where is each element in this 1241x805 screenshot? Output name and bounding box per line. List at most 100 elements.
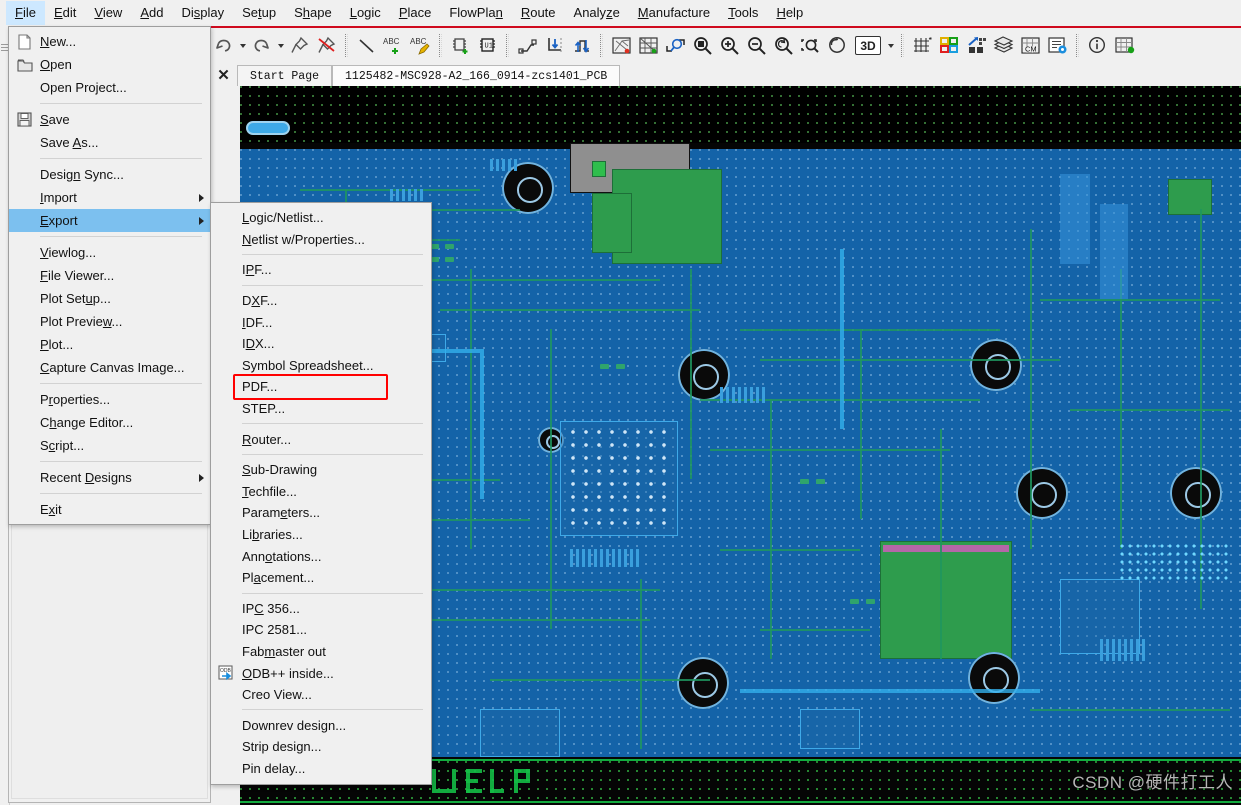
3d-dropdown-caret[interactable] [885,32,896,59]
menu-manufacture[interactable]: Manufacture [629,1,719,25]
export-menu-item-idf[interactable]: IDF... [211,311,431,333]
export-menu-item-placement[interactable]: Placement... [211,567,431,589]
redo-dropdown-caret[interactable] [275,32,286,59]
component-outline [800,709,860,749]
edit-text-icon[interactable]: ABC [407,32,434,59]
menu-logic[interactable]: Logic [341,1,390,25]
menu-route[interactable]: Route [512,1,565,25]
menu-setup[interactable]: Setup [233,1,285,25]
tab-start-page[interactable]: Start Page [237,65,333,86]
file-menu-item-plot[interactable]: Plot... [9,333,210,356]
export-menu-item-strip-design[interactable]: Strip design... [211,736,431,758]
slide-up-icon[interactable] [568,32,595,59]
show-element-icon[interactable]: U1 [474,32,501,59]
add-line-icon[interactable] [353,32,380,59]
file-menu-item-save[interactable]: Save [9,108,210,131]
pcb-trace [770,399,772,659]
subclass-icon[interactable] [963,32,990,59]
zoom-out-icon[interactable] [743,32,770,59]
menu-analyze[interactable]: Analyze [565,1,629,25]
menu-place[interactable]: Place [390,1,441,25]
pcb-trace [760,359,1060,361]
constraint-manager-icon[interactable]: CM [1017,32,1044,59]
ratsnest-icon[interactable] [608,32,635,59]
export-menu-item-symbol-spreadsheet[interactable]: Symbol Spreadsheet... [211,355,431,377]
export-menu-item-logic-netlist[interactable]: Logic/Netlist... [211,207,431,229]
export-menu-item-step[interactable]: STEP... [211,398,431,420]
file-menu-item-recent-designs[interactable]: Recent Designs [9,466,210,489]
menu-help[interactable]: Help [767,1,812,25]
file-menu-item-file-viewer[interactable]: File Viewer... [9,264,210,287]
export-menu-item-pdf[interactable]: PDF... [211,376,431,398]
unrats-icon[interactable] [635,32,662,59]
undo-icon[interactable] [210,32,237,59]
pin-icon[interactable] [286,32,313,59]
redo-icon[interactable] [248,32,275,59]
component-pin-row [1100,639,1145,661]
zoom-previous-icon[interactable] [770,32,797,59]
export-menu-item-downrev-design[interactable]: Downrev design... [211,714,431,736]
add-text-icon[interactable]: ABC [380,32,407,59]
export-menu-item-libraries[interactable]: Libraries... [211,524,431,546]
menu-view[interactable]: View [85,1,131,25]
table-icon[interactable] [1111,32,1138,59]
properties-icon[interactable] [1044,32,1071,59]
export-menu-item-techfile[interactable]: Techfile... [211,481,431,503]
export-menu-item-ipc-356[interactable]: IPC 356... [211,598,431,620]
undo-dropdown-caret[interactable] [237,32,248,59]
file-menu-item-capture-canvas-image[interactable]: Capture Canvas Image... [9,356,210,379]
file-menu-item-new[interactable]: New... [9,30,210,53]
export-menu-item-ipc-2581[interactable]: IPC 2581... [211,619,431,641]
pcb-trace [490,679,710,681]
menu-tools[interactable]: Tools [719,1,767,25]
file-menu-item-exit[interactable]: Exit [9,498,210,521]
zoom-in-icon[interactable] [716,32,743,59]
zoom-world-icon[interactable] [797,32,824,59]
menu-add[interactable]: Add [131,1,172,25]
export-menu-item-ipf[interactable]: IPF... [211,259,431,281]
menu-display[interactable]: Display [172,1,233,25]
export-menu-item-pin-delay[interactable]: Pin delay... [211,758,431,780]
place-component-icon[interactable] [447,32,474,59]
file-menu-item-change-editor[interactable]: Change Editor... [9,411,210,434]
3d-view-button[interactable]: 3D [851,32,885,59]
export-menu-item-router[interactable]: Router... [211,428,431,450]
export-menu-item-fabmaster-out[interactable]: Fabmaster out [211,641,431,663]
file-menu-item-open[interactable]: Open [9,53,210,76]
layers-icon[interactable] [990,32,1017,59]
file-menu-item-script[interactable]: Script... [9,434,210,457]
export-menu-item-idx[interactable]: IDX... [211,333,431,355]
file-menu-item-design-sync[interactable]: Design Sync... [9,163,210,186]
file-menu-item-export[interactable]: Export [9,209,210,232]
menu-edit[interactable]: Edit [45,1,85,25]
unpin-icon[interactable] [313,32,340,59]
export-menu-item-netlist-w-properties[interactable]: Netlist w/Properties... [211,229,431,251]
zoom-by-points-icon[interactable] [662,32,689,59]
add-connect-icon[interactable] [514,32,541,59]
refresh-icon[interactable] [824,32,851,59]
info-icon[interactable] [1084,32,1111,59]
file-menu-item-save-as[interactable]: Save As... [9,131,210,154]
export-menu-item-creo-view[interactable]: Creo View... [211,684,431,706]
file-menu-item-properties[interactable]: Properties... [9,388,210,411]
slide-down-icon[interactable] [541,32,568,59]
color-layers-icon[interactable] [936,32,963,59]
zoom-fit-icon[interactable] [689,32,716,59]
file-menu-item-viewlog[interactable]: Viewlog... [9,241,210,264]
menu-file[interactable]: File [6,1,45,25]
file-menu-item-import[interactable]: Import [9,186,210,209]
export-menu-item-dxf[interactable]: DXF... [211,290,431,312]
file-menu-item-open-project[interactable]: Open Project... [9,76,210,99]
file-menu-item-plot-setup[interactable]: Plot Setup... [9,287,210,310]
export-menu-item-parameters[interactable]: Parameters... [211,502,431,524]
export-menu-item-odb-inside[interactable]: ODB ODB++ inside... [211,662,431,684]
export-menu-item-sub-drawing[interactable]: Sub-Drawing [211,459,431,481]
close-icon[interactable]: ✕ [210,64,237,86]
menu-shape[interactable]: Shape [285,1,341,25]
grid-toggle-icon[interactable] [909,32,936,59]
export-menu-item-annotations[interactable]: Annotations... [211,545,431,567]
menu-flowplan[interactable]: FlowPlan [440,1,511,25]
tab-pcb-document[interactable]: 1125482-MSC928-A2_166_0914-zcs1401_PCB [332,65,621,86]
file-menu-item-label: Open [40,57,72,72]
file-menu-item-plot-preview[interactable]: Plot Preview... [9,310,210,333]
